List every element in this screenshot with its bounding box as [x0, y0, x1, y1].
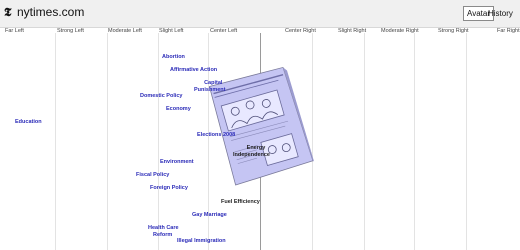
topic-energy-independence[interactable]: Energy Independence	[233, 145, 270, 158]
column-divider	[312, 33, 313, 250]
column-label-slight-right: Slight Right	[338, 28, 367, 34]
history-link[interactable]: History	[488, 7, 513, 20]
topic-gay-marriage[interactable]: Gay Marriage	[192, 212, 227, 219]
site-logo[interactable]: 𝕿 nytimes.com	[4, 5, 84, 19]
topic-fiscal-policy[interactable]: Fiscal Policy	[136, 172, 169, 179]
column-label-moderate-left: Moderate Left	[108, 28, 142, 34]
column-label-slight-left: Slight Left	[159, 28, 184, 34]
column-divider	[466, 33, 467, 250]
topic-illegal-immigration[interactable]: Illegal Immigration	[177, 238, 226, 245]
top-bar: 𝕿 nytimes.com Avatar History	[0, 0, 520, 28]
topic-foreign-policy[interactable]: Foreign Policy	[150, 185, 188, 192]
column-label-far-left: Far Left	[5, 28, 24, 34]
topic-fuel-efficiency[interactable]: Fuel Efficiency	[221, 199, 260, 206]
topic-capital-punishment-line2: Punishment	[194, 86, 226, 93]
site-name: nytimes.com	[17, 5, 85, 19]
topic-health-care-reform[interactable]: Health Care Reform	[148, 225, 179, 238]
topic-health-care-line1: Health Care	[148, 225, 179, 231]
column-divider	[107, 33, 108, 250]
topic-energy-independence-line2: Independence	[233, 151, 270, 158]
column-label-moderate-right: Moderate Right	[381, 28, 419, 34]
column-label-strong-right: Strong Right	[438, 28, 469, 34]
topic-domestic-policy[interactable]: Domestic Policy	[140, 93, 183, 100]
column-divider	[158, 33, 159, 250]
column-divider	[55, 33, 56, 250]
column-divider	[364, 33, 365, 250]
topic-environment[interactable]: Environment	[160, 159, 194, 166]
column-label-center-left: Center Left	[210, 28, 238, 34]
topic-capital-punishment[interactable]: Capital Punishment	[194, 80, 225, 93]
column-divider	[414, 33, 415, 250]
nyt-t-logo-icon: 𝕿	[4, 5, 12, 19]
column-label-center-right: Center Right	[285, 28, 316, 34]
topic-economy[interactable]: Economy	[166, 106, 191, 113]
political-spectrum: Far Left Strong Left Moderate Left Sligh…	[0, 28, 520, 250]
topic-elections-2008[interactable]: Elections 2008	[197, 132, 235, 139]
topic-health-care-line2: Reform	[153, 231, 173, 238]
topic-affirmative-action[interactable]: Affirmative Action	[170, 67, 217, 74]
column-label-far-right: Far Right	[497, 28, 520, 34]
topic-abortion[interactable]: Abortion	[162, 54, 185, 61]
topic-education[interactable]: Education	[15, 119, 42, 126]
column-label-strong-left: Strong Left	[57, 28, 84, 34]
